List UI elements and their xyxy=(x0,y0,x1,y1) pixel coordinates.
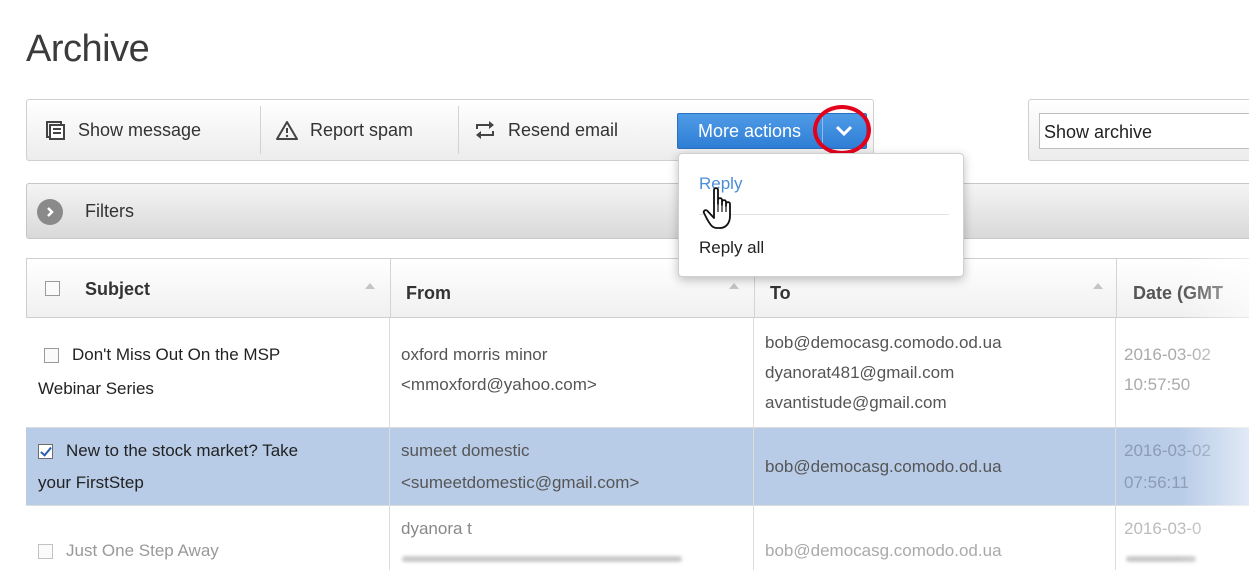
row-checkbox-checked[interactable] xyxy=(38,444,53,459)
hand-cursor-icon xyxy=(702,186,742,232)
show-message-label: Show message xyxy=(78,119,202,140)
to-address: bob@democasg.comodo.od.ua xyxy=(765,541,1002,560)
to-cell: bob@democasg.comodo.od.ua xyxy=(754,428,1116,505)
toolbar: Show message Report spam Resend email Mo… xyxy=(26,99,874,161)
from-cell: sumeet domestic <sumeetdomestic@gmail.co… xyxy=(390,428,754,505)
from-email: <sumeetdomestic@gmail.com> xyxy=(401,473,640,492)
resend-icon xyxy=(474,119,496,141)
to-cell: bob@democasg.comodo.od.ua dyanorat481@gm… xyxy=(754,318,1116,427)
report-spam-button[interactable]: Report spam xyxy=(276,100,413,160)
archive-select-field[interactable]: Show archive xyxy=(1039,113,1249,149)
date-value: 2016-03-02 xyxy=(1124,345,1211,364)
from-email: <mmoxford@yahoo.com> xyxy=(401,375,597,394)
column-subject-label: Subject xyxy=(85,279,151,299)
subject-cell: New to the stock market? Take your First… xyxy=(26,428,390,505)
menu-item-reply-all[interactable]: Reply all xyxy=(699,238,764,258)
date-value: 2016-03-02 xyxy=(1124,441,1211,460)
subject-cell: Just One Step Away xyxy=(26,506,390,570)
from-name: sumeet domestic xyxy=(401,441,530,460)
to-address: avantistude@gmail.com xyxy=(765,393,947,412)
from-cell: dyanora t xyxy=(390,506,754,570)
column-date[interactable]: Date (GMT xyxy=(1117,259,1249,317)
table-header: Subject From To Date (GMT xyxy=(26,258,1249,318)
to-address: dyanorat481@gmail.com xyxy=(765,363,955,382)
time-value: 07:56:11 xyxy=(1124,473,1189,492)
sort-icon xyxy=(1093,283,1103,289)
archive-page: Archive Show message Report spam Resend … xyxy=(0,0,1249,570)
toolbar-divider xyxy=(260,106,261,154)
chevron-down-icon[interactable] xyxy=(830,120,858,142)
filters-label: Filters xyxy=(85,201,134,221)
subject-line: your FirstStep xyxy=(38,473,144,492)
column-subject[interactable]: Subject xyxy=(27,259,391,317)
subject-line: New to the stock market? Take xyxy=(66,441,299,460)
table-row[interactable]: Don't Miss Out On the MSP Webinar Series… xyxy=(26,318,1249,428)
filters-panel[interactable]: Filters xyxy=(26,183,1249,239)
subject-line: Just One Step Away xyxy=(66,541,219,560)
subject-line: Webinar Series xyxy=(38,379,154,398)
date-cell: 2016-03-0 xyxy=(1116,506,1249,570)
column-to-label: To xyxy=(770,283,791,303)
resend-email-label: Resend email xyxy=(508,119,619,140)
column-from-label: From xyxy=(406,283,451,303)
page-title: Archive xyxy=(26,28,150,70)
archive-selector: Show archive xyxy=(1028,99,1249,161)
more-actions-label: More actions xyxy=(698,121,802,141)
table-row[interactable]: Just One Step Away dyanora t bob@democas… xyxy=(26,506,1249,570)
sort-icon xyxy=(729,283,739,289)
to-cell: bob@democasg.comodo.od.ua xyxy=(754,506,1116,570)
to-address: bob@democasg.comodo.od.ua xyxy=(765,333,1002,352)
from-name: dyanora t xyxy=(401,519,472,538)
date-value: 2016-03-0 xyxy=(1124,519,1202,538)
subject-line: Don't Miss Out On the MSP xyxy=(72,345,281,364)
sort-icon xyxy=(365,283,375,289)
warning-icon xyxy=(276,119,298,141)
row-checkbox[interactable] xyxy=(38,544,53,559)
to-address: bob@democasg.comodo.od.ua xyxy=(765,457,1002,476)
select-all-checkbox[interactable] xyxy=(45,281,60,296)
chevron-right-icon xyxy=(37,199,63,225)
split-divider xyxy=(822,117,823,145)
time-value: 10:57:50 xyxy=(1124,375,1191,394)
report-spam-label: Report spam xyxy=(310,119,414,140)
date-cell: 2016-03-02 07:56:11 xyxy=(1116,428,1249,505)
message-icon xyxy=(44,119,66,141)
blurred-email xyxy=(402,556,682,562)
show-message-button[interactable]: Show message xyxy=(44,100,201,160)
table-row-selected[interactable]: New to the stock market? Take your First… xyxy=(26,428,1249,506)
toolbar-divider xyxy=(458,106,459,154)
subject-cell: Don't Miss Out On the MSP Webinar Series xyxy=(26,318,390,427)
from-cell: oxford morris minor <mmoxford@yahoo.com> xyxy=(390,318,754,427)
date-cell: 2016-03-02 10:57:50 xyxy=(1116,318,1249,427)
from-name: oxford morris minor xyxy=(401,345,548,364)
blurred-time xyxy=(1126,556,1196,562)
more-actions-button[interactable]: More actions xyxy=(677,113,867,149)
column-date-label: Date (GMT xyxy=(1133,283,1223,303)
row-checkbox[interactable] xyxy=(44,348,59,363)
resend-email-button[interactable]: Resend email xyxy=(474,100,618,160)
